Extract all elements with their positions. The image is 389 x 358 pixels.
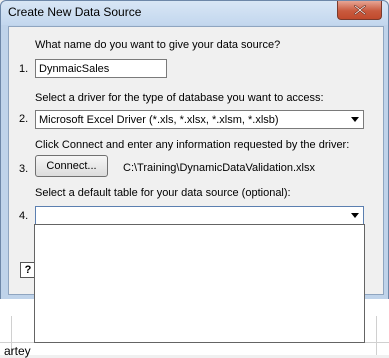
dialog-title: Create New Data Source <box>8 5 142 19</box>
driver-select-arrow[interactable] <box>347 111 363 128</box>
grid-line <box>376 316 377 355</box>
step4-prompt: Select a default table for your data sou… <box>35 187 291 199</box>
data-source-name-value: DynmaicSales <box>39 63 110 75</box>
step3-prompt: Click Connect and enter any information … <box>35 139 350 151</box>
driver-select[interactable]: Microsoft Excel Driver (*.xls, *.xlsx, *… <box>35 110 364 129</box>
step2-number: 2. <box>19 113 29 125</box>
driver-select-value: Microsoft Excel Driver (*.xls, *.xlsx, *… <box>39 114 279 126</box>
title-bar: Create New Data Source <box>1 1 388 25</box>
step3-number: 3. <box>19 163 29 175</box>
default-table-select-arrow[interactable] <box>347 207 363 224</box>
step2-prompt: Select a driver for the type of database… <box>35 92 324 104</box>
default-table-select[interactable] <box>35 206 364 225</box>
help-question-icon: ? <box>24 264 32 276</box>
step4-number: 4. <box>19 210 29 222</box>
step1-number: 1. <box>19 63 29 75</box>
connect-button[interactable]: Connect... <box>35 155 108 177</box>
close-x-icon <box>353 5 366 15</box>
step1-prompt: What name do you want to give your data … <box>35 39 281 51</box>
connect-button-label: Connect... <box>46 160 97 172</box>
spreadsheet-cell-text: artey <box>4 344 31 358</box>
chevron-down-icon <box>351 213 359 218</box>
data-source-name-input[interactable]: DynmaicSales <box>35 59 167 78</box>
chevron-down-icon <box>351 117 359 122</box>
close-button[interactable] <box>337 1 382 20</box>
workbook-path: C:\Training\DynamicDataValidation.xlsx <box>123 162 315 174</box>
default-table-dropdown-list[interactable] <box>34 224 365 343</box>
